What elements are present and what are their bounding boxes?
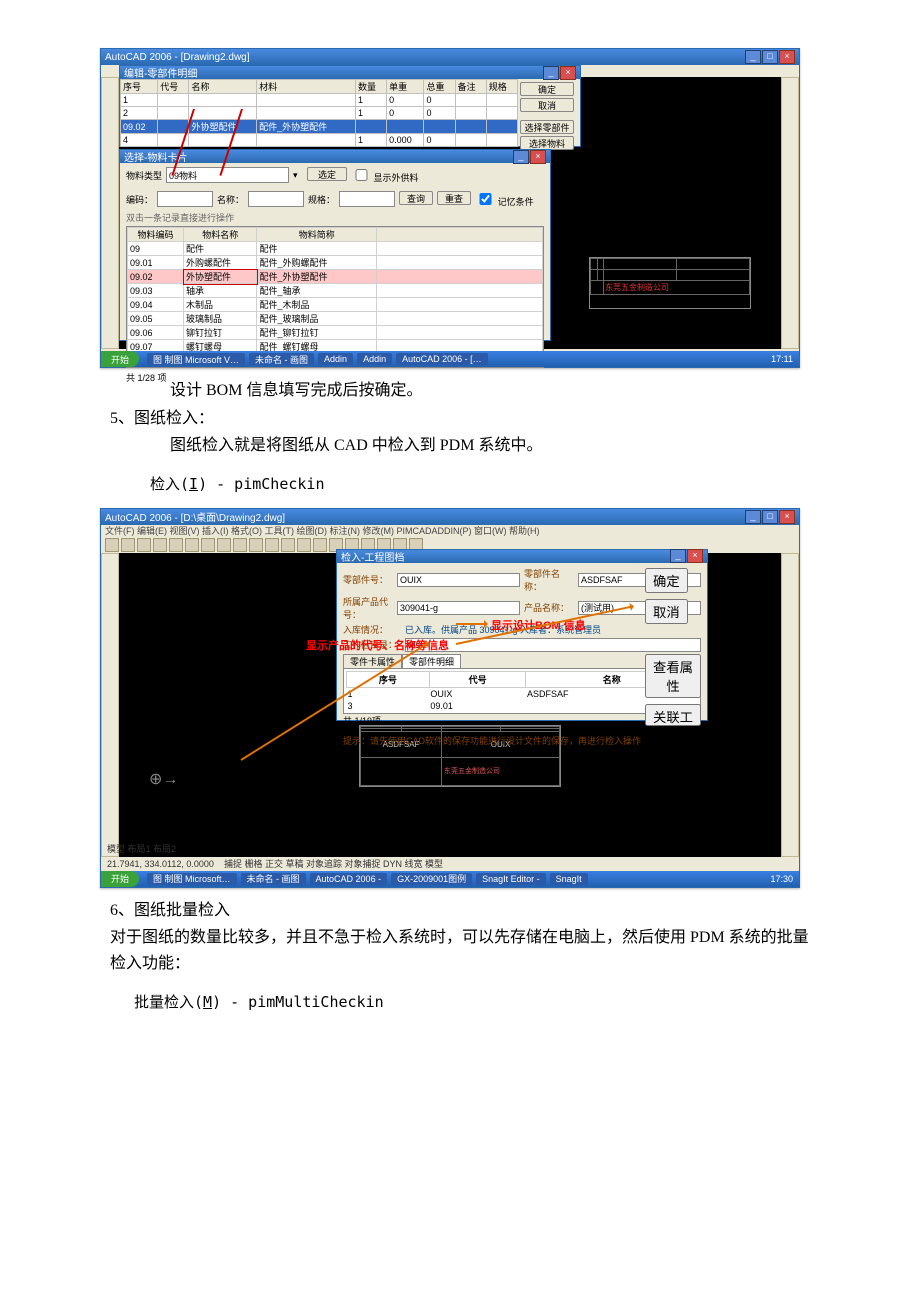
command-checkin: 检入(I) - pimCheckin xyxy=(110,473,810,494)
menubar[interactable]: 文件(F) 编辑(E) 视图(V) 插入(I) 格式(O) 工具(T) 绘图(D… xyxy=(101,525,799,537)
cancel-button[interactable]: 取消 xyxy=(645,599,688,624)
taskbar-item[interactable]: SnagIt Editor - xyxy=(476,873,546,885)
taskbar-item[interactable]: AutoCAD 2006 - [… xyxy=(396,353,488,365)
material-select-dialog: 选择-物料卡片 _× 物料类型 ▾ 选定 显示外供料 编码： 名称： 规格： 查… xyxy=(119,149,551,341)
link-workarea-button[interactable]: 关联工作区 xyxy=(645,704,701,726)
grid-footer: 共 1/28 项 xyxy=(120,370,550,385)
material-grid[interactable]: 物料编码物料名称物料简称 09配件配件09.01外购螺配件配件_外购螺配件09.… xyxy=(126,226,544,368)
label-code: 编码： xyxy=(126,193,153,206)
taskbar-clock: 17:30 xyxy=(764,874,799,884)
taskbar-item[interactable]: 图 制图 Microsoft… xyxy=(147,873,237,885)
bom-dialog-title: 编辑-零部件明细 xyxy=(124,65,197,80)
right-tool-palette[interactable] xyxy=(781,553,799,857)
taskbar-item[interactable]: 未命名 - 画图 xyxy=(249,353,314,365)
reset-button[interactable]: 重查 xyxy=(437,191,471,205)
ucs-icon: ⊕→ xyxy=(149,769,178,789)
checkin-titlebar[interactable]: 检入-工程图档 _× xyxy=(337,550,707,563)
bom-dialog-titlebar[interactable]: 编辑-零部件明细 _× xyxy=(120,66,580,79)
table-row: 2100 xyxy=(121,107,518,120)
drawing-title-block: 东莞五金制造公司 xyxy=(589,257,751,309)
show-external-checkbox[interactable]: 显示外供料 xyxy=(351,166,419,184)
label-material-type: 物料类型 xyxy=(126,169,162,182)
taskbar-item[interactable]: 未命名 - 画图 xyxy=(241,873,306,885)
checkin-dialog: 检入-工程图档 _× 零部件号：零部件名称： 所属产品代号：产品名称： 入库情况… xyxy=(336,549,708,721)
table-row[interactable]: 09.01外购螺配件配件_外购螺配件 xyxy=(128,256,543,270)
table-row[interactable]: 09.02外协塑配件配件_外协塑配件 xyxy=(128,270,543,284)
pick-button[interactable]: 选定 xyxy=(307,167,347,181)
remember-checkbox[interactable]: 记忆条件 xyxy=(475,190,534,208)
screenshot-checkin: AutoCAD 2006 - [D:\桌面\Drawing2.dwg] _□× … xyxy=(100,508,800,888)
start-button[interactable]: 开始 xyxy=(101,871,139,887)
material-type-select[interactable] xyxy=(166,167,289,183)
tab-bom-detail: 零部件明细 xyxy=(402,654,461,668)
statusbar: 模型 布局1 布局2 21.7941, 334.0112, 0.0000 捕捉 … xyxy=(101,857,799,871)
window-buttons[interactable]: _□× xyxy=(744,510,795,524)
screenshot-bom-materials: AutoCAD 2006 - [Drawing2.dwg] _□× 东莞五金制造… xyxy=(100,48,800,368)
section-5-body: 图纸检入就是将图纸从 CAD 中检入到 PDM 系统中。 xyxy=(110,433,810,459)
autocad-title: AutoCAD 2006 - [Drawing2.dwg] xyxy=(105,52,250,63)
taskbar-item[interactable]: Addin xyxy=(318,353,353,365)
table-row[interactable]: 09.04木制品配件_木制品 xyxy=(128,298,543,312)
command-multi-checkin: 批量检入(M) - pimMultiCheckin xyxy=(110,991,810,1012)
taskbar-clock: 17:11 xyxy=(765,354,799,364)
table-row: 1100 xyxy=(121,94,518,107)
taskbar-item[interactable]: 图 制图 Microsoft V… xyxy=(147,353,245,365)
taskbar-item[interactable]: GX-2009001图例 xyxy=(391,873,472,885)
select-part-button[interactable]: 选择零部件 xyxy=(520,120,574,134)
taskbar-item[interactable]: Addin xyxy=(357,353,392,365)
query-button[interactable]: 查询 xyxy=(399,191,433,205)
window-buttons[interactable]: _□× xyxy=(744,50,795,64)
company-name: 东莞五金制造公司 xyxy=(604,281,750,295)
start-button[interactable]: 开始 xyxy=(101,351,139,367)
taskbar-item[interactable]: SnagIt xyxy=(550,873,588,885)
table-row[interactable]: 09.07.002十字盘头自…配件_螺钉螺母_十字… xyxy=(128,368,543,369)
annotation-arrow xyxy=(456,623,486,625)
spec-input[interactable] xyxy=(339,191,395,207)
autocad-titlebar: AutoCAD 2006 - [D:\桌面\Drawing2.dwg] _□× xyxy=(101,509,799,525)
select-material-button[interactable]: 选择物料 xyxy=(520,136,574,150)
bom-edit-dialog: 编辑-零部件明细 _× 序号代号 名称材料 数量单重 总重备注 规格 1100 … xyxy=(119,65,581,147)
cancel-button[interactable]: 取消 xyxy=(520,98,574,112)
left-tool-palette[interactable] xyxy=(101,77,119,349)
label-spec: 规格： xyxy=(308,193,335,206)
label-name: 名称： xyxy=(217,193,244,206)
table-row: 410.0000 xyxy=(121,134,518,147)
left-tool-palette[interactable] xyxy=(101,553,119,857)
name-input[interactable] xyxy=(248,191,304,207)
code-input[interactable] xyxy=(157,191,213,207)
bom-table[interactable]: 序号代号 名称材料 数量单重 总重备注 规格 1100 2100 09.02外协… xyxy=(120,79,518,147)
taskbar-item[interactable]: AutoCAD 2006 - xyxy=(310,873,388,885)
status-modes: 捕捉 栅格 正交 草稿 对象追踪 对象捕捉 DYN 线宽 模型 xyxy=(224,857,443,870)
table-row: 09.02外协塑配件配件_外协塑配件 xyxy=(121,120,518,134)
autocad-window: AutoCAD 2006 - [Drawing2.dwg] _□× 东莞五金制造… xyxy=(100,48,800,368)
product-code-input[interactable] xyxy=(397,601,520,615)
dialog-hint: 双击一条记录直接进行操作 xyxy=(120,211,550,224)
section-5-title: 5、图纸检入： xyxy=(110,406,810,432)
checkin-title: 检入-工程图档 xyxy=(341,549,404,564)
status-coord: 21.7941, 334.0112, 0.0000 xyxy=(107,859,214,869)
table-row[interactable]: 09.06铆钉拉钉配件_铆钉拉钉 xyxy=(128,326,543,340)
right-tool-palette[interactable] xyxy=(781,77,799,349)
section-6-title: 6、图纸批量检入 xyxy=(110,898,810,924)
autocad-window: AutoCAD 2006 - [D:\桌面\Drawing2.dwg] _□× … xyxy=(100,508,800,888)
table-row[interactable]: 09配件配件 xyxy=(128,242,543,256)
part-no-input[interactable] xyxy=(397,573,520,587)
ok-button[interactable]: 确定 xyxy=(520,82,574,96)
taskbar[interactable]: 开始 图 制图 Microsoft… 未命名 - 画图 AutoCAD 2006… xyxy=(101,871,799,887)
autocad-titlebar: AutoCAD 2006 - [Drawing2.dwg] _□× xyxy=(101,49,799,65)
section-6-body: 对于图纸的数量比较多，并且不急于检入系统时，可以先存储在电脑上，然后使用 PDM… xyxy=(110,925,810,976)
ok-button[interactable]: 确定 xyxy=(645,568,688,593)
autocad-title: AutoCAD 2006 - [D:\桌面\Drawing2.dwg] xyxy=(105,509,285,524)
table-row[interactable]: 09.05玻璃制品配件_玻璃制品 xyxy=(128,312,543,326)
taskbar[interactable]: 开始 图 制图 Microsoft V… 未命名 - 画图 Addin Addi… xyxy=(101,351,799,367)
table-row[interactable]: 09.03轴承配件_轴承 xyxy=(128,284,543,298)
material-dialog-titlebar[interactable]: 选择-物料卡片 _× xyxy=(120,150,550,163)
view-attrs-button[interactable]: 查看属性 xyxy=(645,654,701,698)
